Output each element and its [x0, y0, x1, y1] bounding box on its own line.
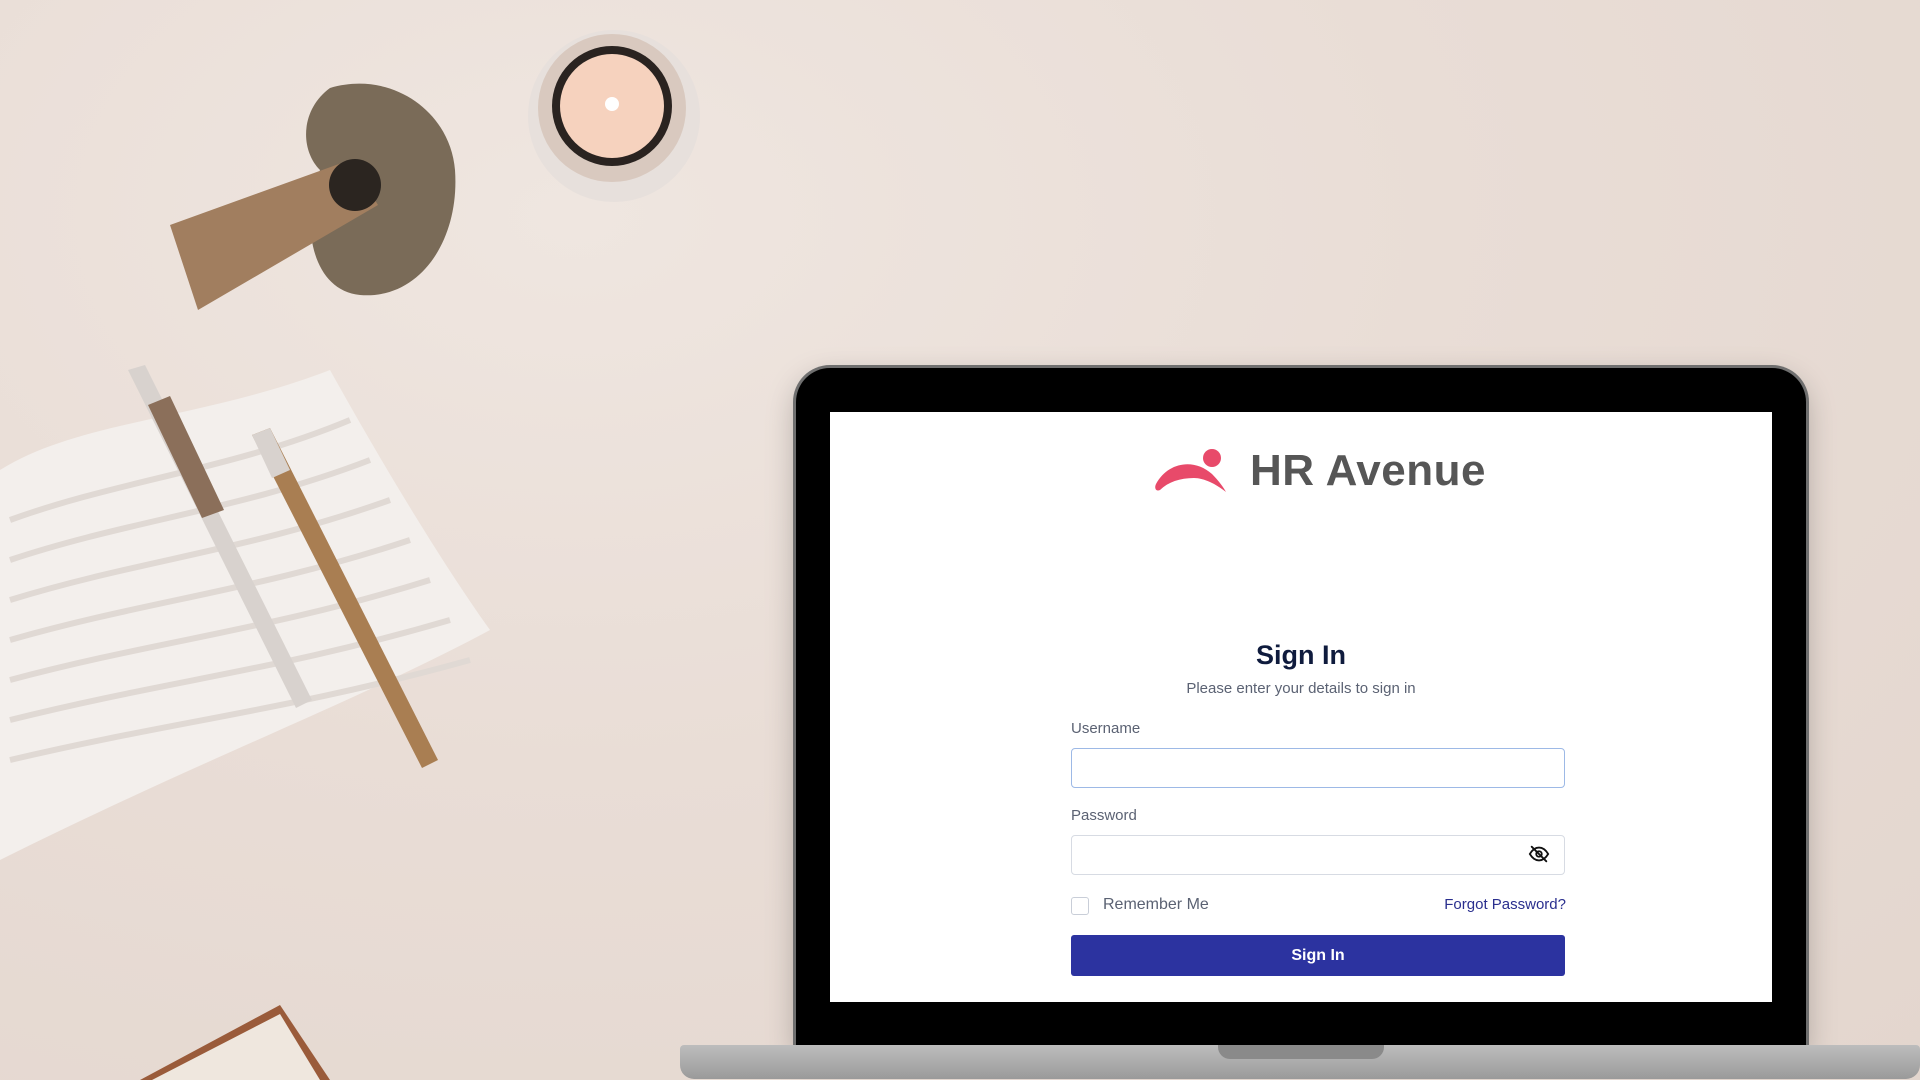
password-input[interactable]: [1071, 835, 1565, 875]
remember-me-label[interactable]: Remember Me: [1103, 896, 1209, 914]
laptop-notch: [1218, 1045, 1384, 1059]
sign-in-button[interactable]: Sign In: [1071, 935, 1565, 976]
page-subtitle: Please enter your details to sign in: [1186, 680, 1416, 697]
password-label: Password: [1071, 807, 1137, 824]
forgot-password-link[interactable]: Forgot Password?: [1420, 896, 1566, 913]
eye-off-icon[interactable]: [1528, 843, 1550, 865]
hr-avenue-logo-icon: [1154, 448, 1228, 494]
brand-logo: HR Avenue: [1154, 446, 1486, 496]
candle-decor: [528, 30, 700, 202]
laptop-screen: [830, 412, 1772, 1002]
tray-decor: [0, 370, 490, 860]
brand-name: HR Avenue: [1250, 446, 1486, 495]
page-title: Sign In: [1256, 640, 1346, 670]
notebook-decor: [140, 1005, 330, 1080]
remember-me-checkbox[interactable]: [1071, 897, 1089, 915]
username-input[interactable]: [1071, 748, 1565, 788]
shell-decor: [170, 83, 456, 310]
username-label: Username: [1071, 720, 1141, 737]
